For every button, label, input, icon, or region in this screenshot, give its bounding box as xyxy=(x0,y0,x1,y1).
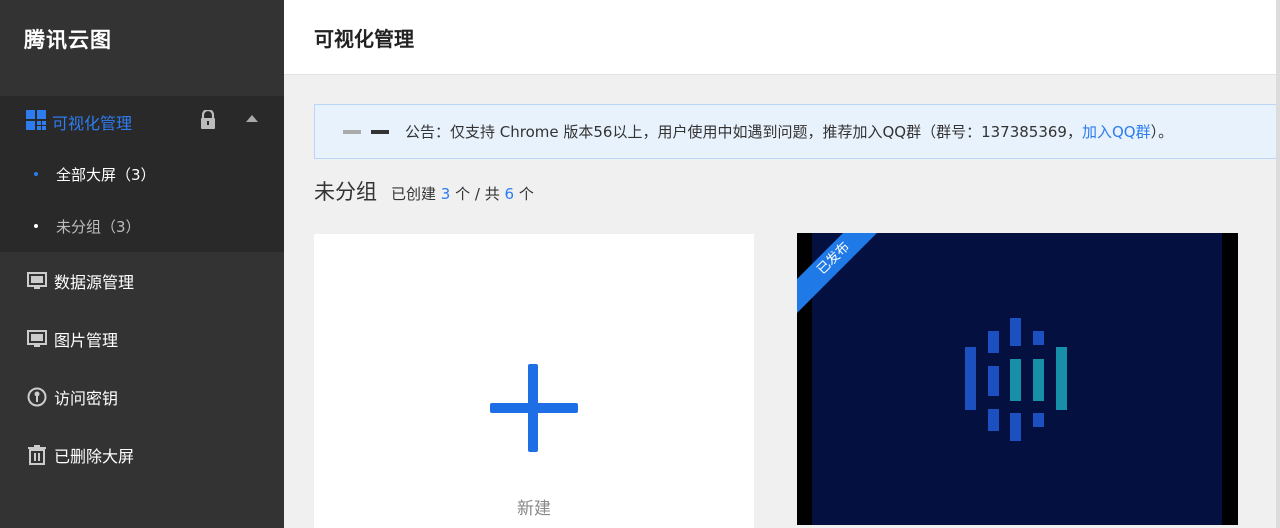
brand: 腾讯云图 xyxy=(0,0,284,96)
sidebar-item-label: 未分组（3） xyxy=(56,217,141,236)
group-header: 未分组 已创建 3 个 / 共 6 个 xyxy=(314,176,534,206)
group-stats: 已创建 3 个 / 共 6 个 xyxy=(391,183,534,204)
created-prefix: 已创建 xyxy=(391,185,437,203)
sidebar-item-label: 已删除大屏 xyxy=(54,447,135,466)
bullet-dot xyxy=(34,224,38,228)
notice-tail: ）。 xyxy=(1150,123,1174,141)
sidebar-item-label: 图片管理 xyxy=(54,331,119,350)
monitor-icon xyxy=(26,270,48,292)
grid-icon xyxy=(26,110,46,134)
sidebar: 腾讯云图 可视化管理 全部大屏（3） 未分组（3） 数据源管理 图片管理 访问密… xyxy=(0,0,284,528)
nav-group-label: 可视化管理 xyxy=(52,114,133,133)
scrollbar[interactable] xyxy=(1276,0,1280,528)
notice-banner: 公告：仅支持 Chrome 版本56以上，用户使用中如遇到问题，推荐加入QQ群（… xyxy=(314,104,1280,159)
lock-icon[interactable] xyxy=(200,108,216,134)
nav-group-visualization: 可视化管理 全部大屏（3） 未分组（3） xyxy=(0,96,284,252)
screen-card[interactable]: 已发布 xyxy=(797,233,1238,525)
header: 可视化管理 xyxy=(284,0,1280,75)
sidebar-item-images[interactable]: 图片管理 xyxy=(0,310,284,368)
sidebar-item-deleted[interactable]: 已删除大屏 xyxy=(0,426,284,484)
notice-text: 公告：仅支持 Chrome 版本56以上，用户使用中如遇到问题，推荐加入QQ群（… xyxy=(405,123,1082,141)
unit-text: 个 / 共 xyxy=(455,185,500,203)
sidebar-item-datasource[interactable]: 数据源管理 xyxy=(0,252,284,310)
screen-logo-icon xyxy=(965,318,1067,441)
chevron-up-icon[interactable] xyxy=(246,115,258,122)
sidebar-item-label: 访问密钥 xyxy=(54,389,119,408)
bullet-dot xyxy=(34,172,38,176)
brand-title: 腾讯云图 xyxy=(24,28,112,52)
notice-indicator-icon[interactable] xyxy=(343,129,361,134)
sidebar-item-label: 全部大屏（3） xyxy=(56,165,156,184)
new-label: 新建 xyxy=(517,499,551,519)
unit-text: 个 xyxy=(518,185,534,203)
sidebar-item-access-keys[interactable]: 访问密钥 xyxy=(0,368,284,426)
trash-icon xyxy=(26,444,48,466)
key-icon xyxy=(26,386,48,408)
total-count: 6 xyxy=(504,185,515,203)
join-qq-link[interactable]: 加入QQ群 xyxy=(1082,121,1151,142)
notice-indicator-active-icon[interactable] xyxy=(371,129,389,134)
page-title: 可视化管理 xyxy=(314,26,414,51)
sidebar-item-all-screens[interactable]: 全部大屏（3） xyxy=(0,148,284,200)
image-icon xyxy=(26,328,48,350)
main-content: 可视化管理 公告：仅支持 Chrome 版本56以上，用户使用中如遇到问题，推荐… xyxy=(284,0,1280,528)
created-count: 3 xyxy=(440,185,451,203)
group-name: 未分组 xyxy=(314,180,377,204)
nav-group-header[interactable]: 可视化管理 xyxy=(0,96,284,148)
screen-thumbnail xyxy=(812,233,1222,525)
new-screen-card[interactable]: 新建 xyxy=(314,234,754,528)
sidebar-item-label: 数据源管理 xyxy=(54,273,135,292)
sidebar-item-ungrouped[interactable]: 未分组（3） xyxy=(0,200,284,252)
